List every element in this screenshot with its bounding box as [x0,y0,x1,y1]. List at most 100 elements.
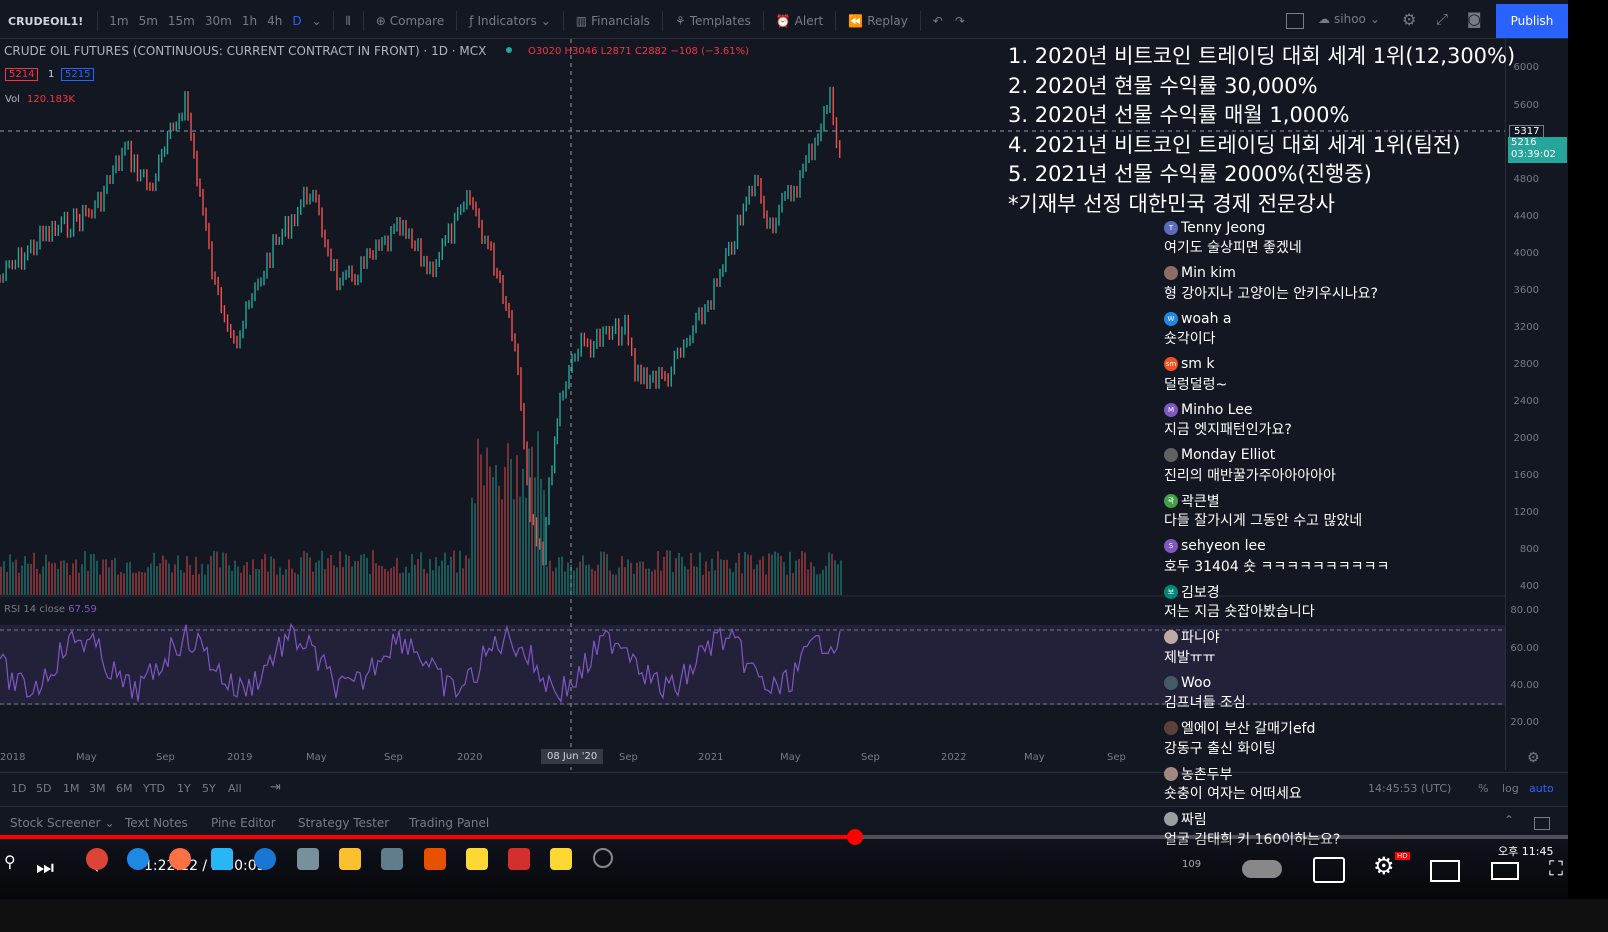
timeframe-15m[interactable]: 15m [163,14,200,28]
avatar[interactable] [1164,812,1178,826]
volume-bar [573,570,575,595]
settings-gear-icon[interactable]: ⚙ [1373,852,1395,880]
chat-author-name[interactable]: 농촌두부 [1181,764,1233,784]
range-1d[interactable]: 1D [11,782,26,795]
next-video-icon[interactable]: ⏭ [36,855,54,879]
chat-author-name[interactable]: Tenny Jeong [1181,220,1265,236]
miniplayer-icon[interactable] [1430,860,1460,882]
chat-author-name[interactable]: woah a [1181,311,1232,327]
chrome-icon[interactable] [86,848,108,870]
chat-author-name[interactable]: sm k [1181,356,1215,372]
app-icon[interactable] [508,848,530,870]
chat-author-name[interactable]: Minho Lee [1181,402,1253,418]
chat-author-name[interactable]: Woo [1181,675,1211,691]
avatar[interactable]: T [1164,220,1178,235]
chevron-down-icon[interactable]: ⌄ [307,14,327,28]
axis-settings-gear-icon[interactable]: ⚙ [1527,750,1540,766]
chart-type-button[interactable]: ⫴ [340,14,357,29]
publish-button[interactable]: Publish [1496,4,1568,38]
timeframe-d[interactable]: D [287,14,306,28]
chat-author-name[interactable]: 파니야 [1181,627,1220,647]
redo-button[interactable]: ↷ [949,14,971,28]
fullscreen-icon[interactable]: ⛶ [1549,856,1563,880]
range-ytd[interactable]: YTD [143,782,165,795]
replay-button[interactable]: ⏪ Replay [842,14,914,28]
calculator-icon[interactable] [381,848,403,870]
avatar[interactable] [1164,266,1178,280]
chat-author-name[interactable]: Min kim [1181,265,1236,281]
tab-trading-panel[interactable]: Trading Panel [409,816,489,830]
app-icon[interactable] [297,848,319,870]
buy-price-box[interactable]: 5215 [61,68,95,81]
compare-button[interactable]: ⊕ Compare [370,14,451,28]
chat-author-name[interactable]: 엘에이 부산 갈매기efd [1181,718,1315,738]
theater-mode-icon[interactable] [1491,862,1519,880]
search-icon[interactable]: ⚲ [4,852,16,871]
range-6m[interactable]: 6M [116,782,133,795]
tab-strategy-tester[interactable]: Strategy Tester [298,816,389,830]
firefox-icon[interactable] [169,848,191,870]
edge-icon[interactable] [127,848,149,870]
avatar[interactable]: W [1164,311,1178,326]
chat-author-name[interactable]: sehyeon lee [1181,538,1266,554]
avatar[interactable] [1164,675,1178,690]
financials-button[interactable]: ▥ Financials [570,14,656,28]
avatar[interactable] [1164,448,1178,462]
range-1y[interactable]: 1Y [177,782,191,795]
avatar[interactable]: sm [1164,357,1178,371]
percent-toggle[interactable]: % [1478,782,1488,795]
avatar[interactable] [1164,766,1178,781]
chat-author-name[interactable]: 짜림 [1181,809,1207,829]
goto-date-icon[interactable]: ⇥ [270,780,281,795]
chat-author-name[interactable]: 김보경 [1181,582,1220,602]
subtitles-icon[interactable] [1313,857,1345,883]
layout-icon[interactable] [1286,13,1304,29]
range-1m[interactable]: 1M [63,782,80,795]
maximize-panel-icon[interactable] [1534,817,1550,830]
avatar[interactable] [1164,630,1178,644]
chat-author-name[interactable]: Monday Elliot [1181,447,1275,463]
avatar[interactable]: 곽 [1164,493,1178,508]
range-5y[interactable]: 5Y [202,782,216,795]
undo-button[interactable]: ↶ [927,14,949,28]
log-toggle[interactable]: log [1502,782,1519,795]
gear-icon[interactable]: ⚙ [1402,10,1416,29]
obs-icon[interactable] [593,848,613,868]
avatar[interactable]: M [1164,402,1178,417]
tab-pine-editor[interactable]: Pine Editor [211,816,276,830]
chat-author-name[interactable]: 곽큰별 [1181,491,1220,511]
indicators-button[interactable]: ƒ Indicators ⌄ [463,14,557,28]
app-icon[interactable] [424,848,446,870]
range-5d[interactable]: 5D [36,782,51,795]
tab-text-notes[interactable]: Text Notes [125,816,188,830]
fullscreen-icon[interactable]: ⤢ [1436,10,1448,28]
timeframe-1h[interactable]: 1h [237,14,262,28]
avatar[interactable]: S [1164,539,1178,553]
timeframe-5m[interactable]: 5m [134,14,163,28]
progress-bar[interactable] [0,835,1568,839]
chevron-up-icon[interactable]: ⌃ [1504,813,1514,827]
avatar[interactable]: 보 [1164,584,1178,599]
chevron-down-icon: ⌄ [104,816,115,830]
templates-button[interactable]: ⚘ Templates [669,14,757,28]
avatar[interactable] [1164,721,1178,735]
progress-scrubber[interactable] [847,829,863,845]
timeframe-30m[interactable]: 30m [200,14,237,28]
sell-price-box[interactable]: 5214 [5,68,39,81]
user-menu[interactable]: ☁ sihoo ⌄ [1318,12,1380,26]
internet-explorer-icon[interactable] [254,848,276,870]
timeframe-4h[interactable]: 4h [262,14,287,28]
range-3m[interactable]: 3M [89,782,106,795]
sticky-notes-icon[interactable] [550,848,572,870]
auto-toggle[interactable]: auto [1529,782,1554,795]
symbol-search[interactable]: CRUDEOIL1! [0,15,91,28]
camera-icon[interactable]: ◙ [1467,10,1482,28]
app-icon[interactable] [211,848,233,870]
folder-icon[interactable] [339,848,361,870]
autoplay-toggle[interactable] [1242,860,1282,878]
timeframe-1m[interactable]: 1m [104,14,133,28]
alert-button[interactable]: ⏰ Alert [770,14,830,28]
tab-stock-screener[interactable]: Stock Screener ⌄ [10,816,115,830]
kakaotalk-icon[interactable] [466,848,488,870]
range-all[interactable]: All [228,782,242,795]
